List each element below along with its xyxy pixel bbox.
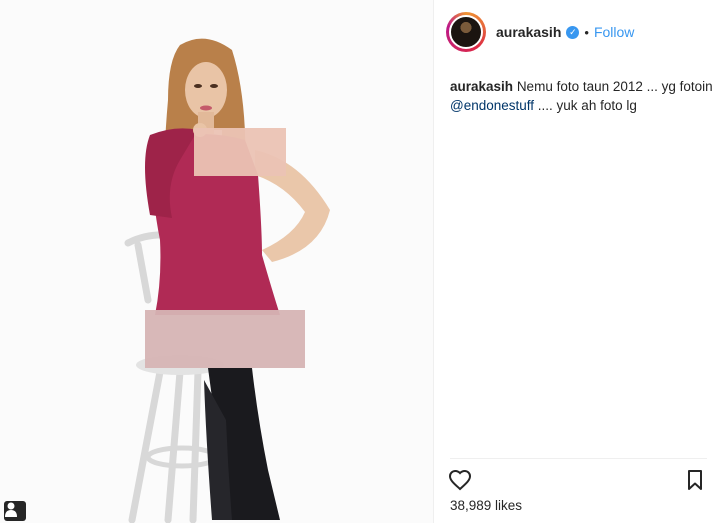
blur-lap	[145, 310, 305, 368]
post-photo[interactable]	[0, 0, 433, 523]
follow-button[interactable]: Follow	[594, 24, 634, 40]
divider	[450, 458, 707, 459]
photo-illustration	[124, 38, 330, 523]
verified-badge-icon: ✓	[566, 25, 580, 39]
heart-icon[interactable]	[448, 468, 472, 492]
post-caption: aurakasih Nemu foto taun 2012 ... yg fot…	[450, 77, 718, 115]
bookmark-icon[interactable]	[685, 469, 705, 491]
caption-text-continued: .... yuk ah foto lg	[537, 98, 637, 113]
avatar[interactable]	[446, 12, 486, 52]
post-sidebar: aurakasih ✓ • Follow aurakasih Nemu foto…	[433, 0, 718, 523]
user-tag-icon[interactable]	[4, 501, 26, 521]
separator-dot: •	[584, 24, 589, 40]
likes-count[interactable]: 38,989 likes	[450, 498, 522, 513]
caption-mention-link[interactable]: @endonestuff	[450, 98, 534, 113]
username-link[interactable]: aurakasih	[496, 24, 561, 40]
post-header: aurakasih ✓ • Follow	[446, 10, 718, 54]
caption-username[interactable]: aurakasih	[450, 79, 513, 94]
caption-text: Nemu foto taun 2012 ... yg fotoin	[516, 79, 713, 94]
avatar-image	[449, 15, 483, 49]
blur-chest	[194, 128, 286, 176]
